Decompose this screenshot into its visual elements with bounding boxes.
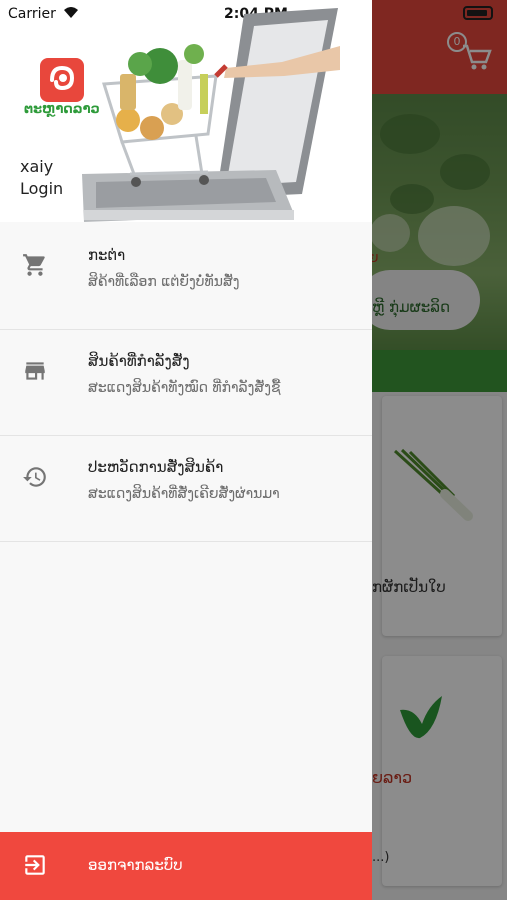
menu-item-title: ປະຫວັດການສັ່ງສິນຄ້າ [88, 458, 224, 476]
login-link[interactable]: Login [20, 179, 63, 198]
app-logo-text: ຕະຫຼາດລາວ [24, 102, 100, 117]
logout-label: ອອກຈາກລະບົບ [88, 856, 183, 874]
cart-icon [23, 254, 45, 276]
menu-item-subtitle: ສິຄ້າທີ່ເລືອກ ແຕ່ຍັງບໍ່ທັນສັ່ງ [88, 274, 240, 290]
menu-item-cart[interactable]: ກະຕ່າ ສິຄ້າທີ່ເລືອກ ແຕ່ຍັງບໍ່ທັນສັ່ງ [0, 224, 372, 330]
shopping-laptop-illustration [82, 8, 340, 222]
navigation-drawer: Carrier 2:04 PM [0, 0, 372, 900]
drawer-header: Carrier 2:04 PM [0, 0, 372, 222]
menu-item-title: ສິນຄ້າທີ່ກຳລັງສັ່ງ [88, 352, 190, 370]
menu-item-order-history[interactable]: ປະຫວັດການສັ່ງສິນຄ້າ ສະແດງສິນຄ້າທີ່ສັ່ງເຄ… [0, 436, 372, 542]
carrier-label: Carrier [8, 6, 56, 22]
menu-item-title: ກະຕ່າ [88, 246, 126, 264]
user-name: xaiy [20, 157, 54, 176]
menu-item-subtitle: ສະແດງສິນຄ້າທີ່ສັ່ງເຄີຍສັ່ງຜ່ານມາ [88, 486, 280, 502]
logout-icon [25, 855, 45, 875]
logout-button[interactable]: ອອກຈາກລະບົບ [0, 832, 372, 900]
menu-item-subtitle: ສະແດງສິນຄ້າທັງໝົດ ທີ່ກຳລັງສັ່ງຊື້ [88, 380, 281, 396]
menu-item-ordering[interactable]: ສິນຄ້າທີ່ກຳລັງສັ່ງ ສະແດງສິນຄ້າທັງໝົດ ທີ່… [0, 330, 372, 436]
app-logo-icon [40, 58, 84, 102]
history-icon [23, 467, 46, 487]
store-icon [25, 362, 45, 380]
